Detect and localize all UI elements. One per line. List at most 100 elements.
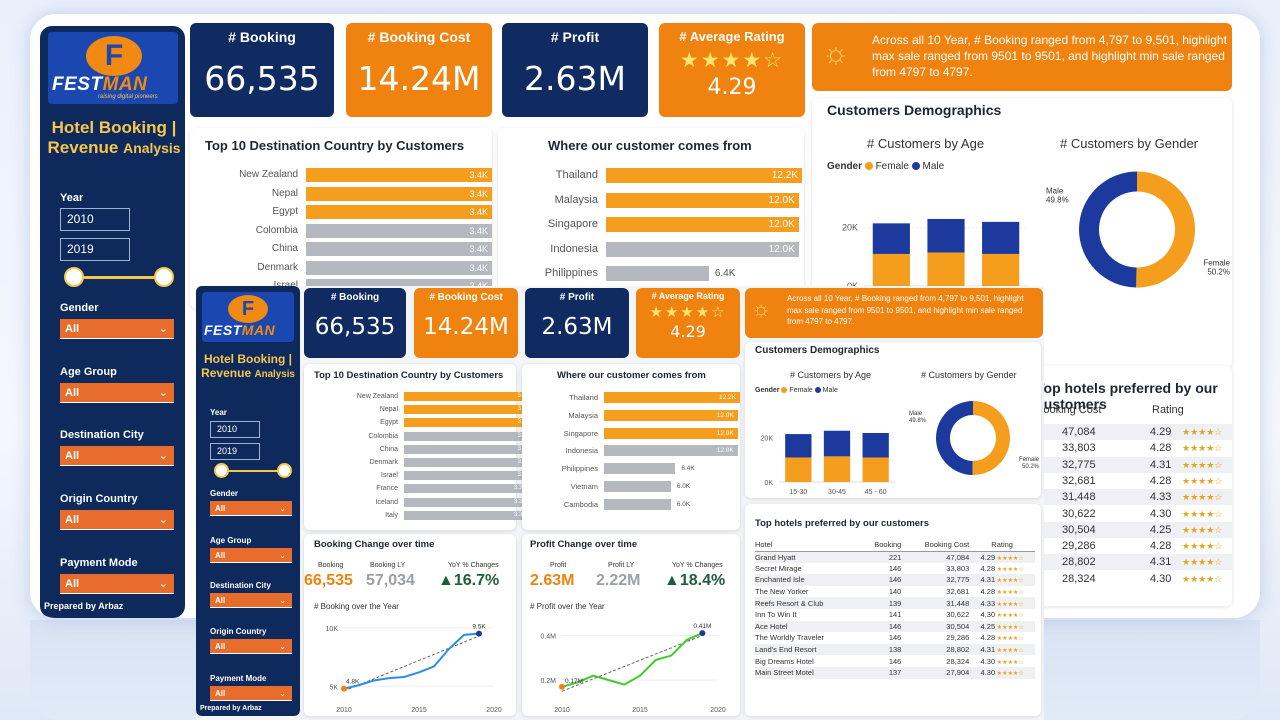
bar-row[interactable]: Egypt 3.4K [304,418,534,428]
bar-row[interactable]: New Zealand 3.4K [190,168,492,182]
bar-row[interactable]: Denmark 3.4K [304,458,534,467]
bar[interactable]: 3.4K [306,242,492,256]
bar-row[interactable]: China 3.4K [190,242,492,256]
hotels-header-booking[interactable]: Booking [860,538,901,551]
year-slider-track-small[interactable] [220,470,284,472]
age-dropdown-small[interactable]: All ⌄ [210,548,292,563]
year-from-input[interactable]: 2010 [60,208,130,231]
bar[interactable]: 12.2K [606,168,802,183]
bar-row[interactable]: Israel 3.4K [304,471,534,481]
table-row[interactable]: 32,775 4.31 ★★★★☆ [1032,456,1232,473]
gender-dropdown[interactable]: All ⌄ [60,319,174,339]
year-slider-end-handle[interactable] [154,267,174,287]
bar-row[interactable]: Thailand 12.2K [498,168,804,183]
table-row[interactable]: The Worldly Traveler 146 29,286 4.28 ★★★★☆ [755,632,1035,644]
table-row[interactable]: 31,448 4.33 ★★★★☆ [1032,489,1232,506]
bar[interactable]: 3.4K [404,444,534,454]
bar-row[interactable]: Nepal 3.4K [304,405,534,415]
bar[interactable]: 3.4K [306,223,492,238]
age-dropdown[interactable]: All ⌄ [60,383,174,403]
bar[interactable]: 12.0K [606,192,799,208]
bar-row[interactable]: Colombia 3.4K [190,223,492,238]
table-row[interactable]: Big Dreams Hotel 146 28,324 4.30 ★★★★☆ [755,655,1035,667]
bar[interactable]: 3.3K [404,484,531,494]
table-row[interactable]: Ace Hotel 146 30,504 4.25 ★★★★☆ [755,620,1035,633]
city-dropdown-small[interactable]: All ⌄ [210,593,292,608]
bar-row[interactable]: Malaysia 12.0K [498,192,804,208]
table-row[interactable]: Main Street Motel 137 27,904 4.30 ★★★★☆ [755,666,1035,679]
table-row[interactable]: Grand Hyatt 221 47,084 4.29 ★★★★☆ [755,551,1035,563]
hotels-header-rating[interactable]: Rating [969,538,1035,551]
bar[interactable] [604,481,671,492]
bar[interactable]: 12.0K [606,217,799,232]
table-row[interactable]: Reefs Resort & Club 139 31,448 4.33 ★★★★☆ [755,597,1035,609]
table-row[interactable]: 47,084 4.29 ★★★★☆ [1032,424,1232,440]
bar[interactable]: 12.0K [604,445,738,457]
year-to-input-small[interactable]: 2019 [210,443,260,460]
bar-row[interactable]: Thailand 12.2K [522,392,740,403]
origin-dropdown[interactable]: All ⌄ [60,510,174,530]
bar[interactable] [604,463,676,475]
bar-row[interactable]: Nepal 3.4K [190,186,492,201]
hotels-header-cost[interactable]: Booking Cost [901,538,970,551]
table-row[interactable]: 33,803 4.28 ★★★★☆ [1032,440,1232,456]
table-row[interactable]: 28,324 4.30 ★★★★☆ [1032,571,1232,587]
bar[interactable]: 3.4K [404,471,534,481]
payment-dropdown-small[interactable]: All ⌄ [210,686,292,701]
bar-row[interactable]: Cambodia 6.0K [522,498,740,510]
payment-dropdown[interactable]: All ⌄ [60,574,174,594]
bar-row[interactable]: Indonesia 12.0K [522,445,740,457]
year-slider-start-handle-small[interactable] [214,463,229,478]
table-row[interactable]: 30,504 4.25 ★★★★☆ [1032,521,1232,538]
bar[interactable]: 3.4K [404,392,534,401]
bar[interactable]: 3.4K [404,418,534,428]
bar-row[interactable]: Indonesia 12.0K [498,241,804,257]
table-row[interactable]: The New Yorker 140 32,681 4.28 ★★★★☆ [755,586,1035,598]
bar-row[interactable]: Egypt 3.4K [190,205,492,219]
bar-row[interactable]: Vietnam 6.0K [522,481,740,492]
bar-row[interactable]: Philippines 6.4K [522,463,740,475]
bar-row[interactable]: France 3.3K [304,484,531,494]
bar[interactable]: 3.4K [306,205,492,219]
year-to-input[interactable]: 2019 [60,238,130,261]
bar[interactable]: 12.0K [606,241,799,257]
bar[interactable]: 3.4K [404,405,534,415]
bar-row[interactable]: Malaysia 12.0K [522,409,740,421]
table-row[interactable]: 28,802 4.31 ★★★★☆ [1032,554,1232,571]
bar-row[interactable]: Singapore 12.0K [522,427,740,439]
bar[interactable]: 12.0K [604,427,738,439]
table-row[interactable]: Land's End Resort 138 28,802 4.31 ★★★★☆ [755,643,1035,656]
bar[interactable]: 3.4K [306,168,492,182]
bar-row[interactable]: Iceland 3.3K [304,497,531,507]
bar-row[interactable]: China 3.4K [304,444,534,454]
bar[interactable] [604,498,671,510]
bar[interactable]: 3.4K [404,431,534,441]
table-row[interactable]: Enchanted Isle 146 32,775 4.31 ★★★★☆ [755,574,1035,586]
table-row[interactable]: 30,622 4.30 ★★★★☆ [1032,506,1232,522]
bar[interactable]: 3.4K [306,260,492,275]
bar-row[interactable]: Italy 3.3K [304,510,531,520]
year-slider-track[interactable] [74,276,164,279]
origin-dropdown-small[interactable]: All ⌄ [210,639,292,654]
bar[interactable]: 12.0K [604,409,738,421]
bar-row[interactable]: Denmark 3.4K [190,260,492,275]
bar[interactable] [606,266,709,281]
year-slider-end-handle-small[interactable] [277,463,292,478]
table-row[interactable]: 32,681 4.28 ★★★★☆ [1032,473,1232,489]
bar-row[interactable]: Singapore 12.0K [498,217,804,232]
city-dropdown[interactable]: All ⌄ [60,446,174,466]
hotels-header-hotel[interactable]: Hotel [755,538,860,551]
bar[interactable]: 3.4K [404,458,534,467]
bar[interactable]: 3.3K [404,510,531,520]
table-row[interactable]: Secret Mirage 146 33,803 4.28 ★★★★☆ [755,563,1035,575]
bar-row[interactable]: New Zealand 3.4K [304,392,534,401]
year-slider-start-handle[interactable] [64,267,84,287]
bar[interactable]: 3.3K [404,497,531,507]
table-row[interactable]: Inn To Win It 141 30,622 4.30 ★★★★☆ [755,609,1035,621]
bar[interactable]: 3.4K [306,186,492,201]
table-row[interactable]: 29,286 4.28 ★★★★☆ [1032,538,1232,554]
gender-dropdown-small[interactable]: All ⌄ [210,501,292,516]
year-from-input-small[interactable]: 2010 [210,421,260,438]
bar[interactable]: 12.2K [604,392,740,403]
bar-row[interactable]: Philippines 6.4K [498,266,804,281]
